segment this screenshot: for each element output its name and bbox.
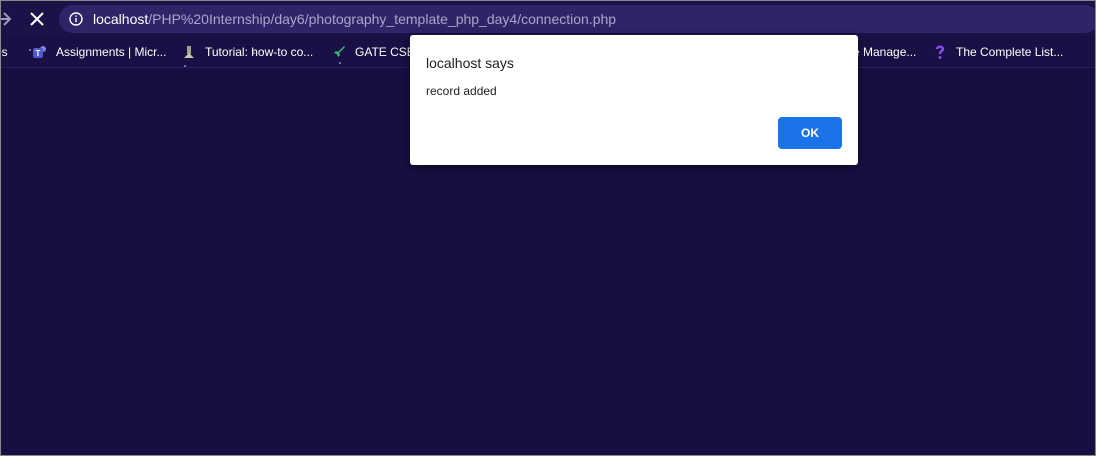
close-icon [30,12,44,26]
url-host: localhost [93,11,149,27]
svg-text:T: T [36,49,41,58]
bookmark-label: Assignments | Micr... [56,45,167,59]
bookmark-gate-cse[interactable]: GATE CSE [331,43,415,61]
dialog-title: localhost says [426,55,514,71]
bookmark-label: GATE CSE [355,45,415,59]
stop-button[interactable] [29,7,45,31]
bookmark-tutorial[interactable]: Tutorial: how-to co... [181,43,321,61]
arrow-right-icon [1,12,12,26]
info-icon[interactable] [69,12,83,26]
url-path: /PHP%20Internship/day6/photography_templ… [148,11,617,27]
star-decoration [184,65,186,67]
browser-toolbar: localhost/PHP%20Internship/day6/photogra… [1,1,1095,37]
url-text[interactable]: localhost/PHP%20Internship/day6/photogra… [93,11,616,27]
bookmark-manage[interactable]: e Manage... [853,43,923,61]
rocket-icon [334,46,345,57]
dialog-message: record added [426,84,497,98]
address-bar[interactable]: localhost/PHP%20Internship/day6/photogra… [59,5,1095,33]
bookmark-label: Tutorial: how-to co... [205,45,314,59]
bookmark-label: ps [1,45,8,59]
teams-icon: T [33,46,46,58]
question-icon [935,45,945,59]
alert-dialog: localhost says record added OK [410,35,858,165]
browser-window: localhost/PHP%20Internship/day6/photogra… [0,0,1096,456]
tutorial-icon [184,46,194,58]
bookmark-label: The Complete List... [956,45,1064,59]
forward-button[interactable] [1,7,13,31]
ok-button[interactable]: OK [778,117,842,149]
bookmark-complete-list[interactable]: The Complete List... [932,43,1072,61]
bookmark-assignments[interactable]: T Assignments | Micr... [32,43,172,61]
bookmark-apps[interactable]: ps [1,43,19,61]
star-decoration [339,62,341,64]
star-decoration [29,49,31,51]
bookmark-label: e Manage... [853,45,917,59]
